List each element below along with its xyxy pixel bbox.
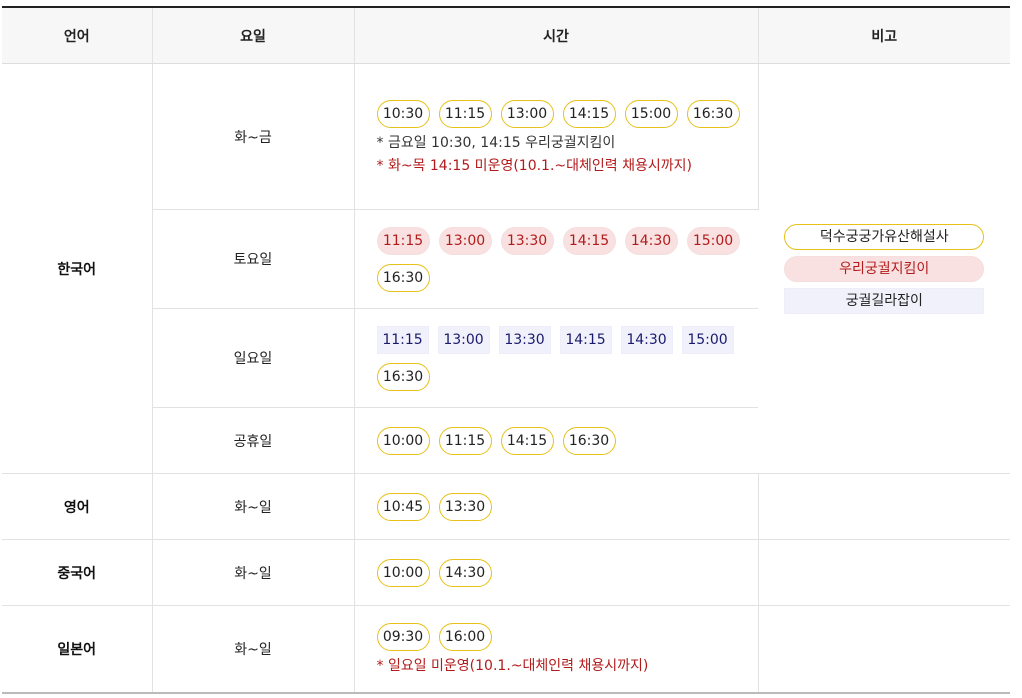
notes-cell	[758, 605, 1010, 693]
time-cell: 10:45 13:30	[354, 473, 759, 540]
time-pill: 13:30	[438, 492, 492, 521]
time-pill: 13:00	[438, 226, 492, 255]
time-pill: 14:30	[438, 558, 492, 587]
header-time: 시간	[354, 7, 759, 64]
language-english: 영어	[2, 473, 153, 540]
time-pill: 10:30	[376, 99, 430, 128]
time-cell: 10:00 11:15 14:15 16:30	[354, 407, 758, 474]
time-pill: 15:00	[681, 325, 734, 354]
time-pill: 14:30	[620, 325, 673, 354]
time-pill: 11:15	[376, 325, 429, 354]
day-cell: 화~일	[152, 605, 355, 693]
time-pill: 14:15	[562, 226, 616, 255]
time-pill: 13:00	[500, 99, 554, 128]
time-pill: 16:30	[376, 362, 430, 391]
time-pill: 16:30	[562, 426, 616, 455]
language-japanese: 일본어	[2, 605, 153, 693]
time-cell: 09:30 16:00 * 일요일 미운영(10.1.~대체인력 채용시까지)	[354, 605, 759, 693]
time-slots: 10:00 11:15 14:15 16:30	[376, 426, 747, 455]
schedule-warning: * 화~목 14:15 미운영(10.1.~대체인력 채용시까지)	[376, 157, 692, 174]
time-cell: 11:15 13:00 13:30 14:15 14:30 15:00 16:3…	[354, 308, 758, 408]
time-pill: 11:15	[438, 99, 492, 128]
time-pill: 14:30	[624, 226, 678, 255]
header-day: 요일	[152, 7, 355, 64]
notes-cell	[758, 473, 1010, 540]
legend-heritage-guide: 덕수궁궁가유산해설사	[784, 223, 985, 250]
time-pill: 14:15	[562, 99, 616, 128]
language-chinese: 중국어	[2, 539, 153, 606]
table-row: 영어 화~일 10:45 13:30	[2, 473, 1010, 540]
guide-type-legend: 덕수궁궁가유산해설사 우리궁궐지킴이 궁궐길라잡이	[759, 223, 1011, 314]
schedule-warning: * 일요일 미운영(10.1.~대체인력 채용시까지)	[376, 658, 649, 675]
time-cell: 10:30 11:15 13:00 14:15 15:00 16:30 * 금요…	[354, 63, 759, 210]
legend-cell: 덕수궁궁가유산해설사 우리궁궐지킴이 궁궐길라잡이	[758, 63, 1011, 474]
header-notes: 비고	[758, 7, 1010, 64]
day-cell: 토요일	[152, 209, 355, 309]
time-pill: 10:45	[376, 492, 430, 521]
time-pill: 16:30	[686, 99, 740, 128]
time-pill: 11:15	[376, 226, 430, 255]
day-cell: 공휴일	[152, 407, 355, 474]
table-row: 일본어 화~일 09:30 16:00 * 일요일 미운영(10.1.~대체인력…	[2, 605, 1010, 693]
time-pill: 14:15	[559, 325, 612, 354]
day-cell: 화~일	[152, 473, 355, 540]
time-pill: 09:30	[376, 623, 430, 652]
time-slots: 11:15 13:00 13:30 14:15 14:30 15:00 16:3…	[376, 325, 747, 391]
time-pill: 16:30	[376, 263, 430, 292]
time-slots: 10:00 14:30	[376, 558, 747, 587]
time-slots: 09:30 16:00	[376, 623, 747, 652]
schedule-note: * 금요일 10:30, 14:15 우리궁궐지킴이	[376, 134, 616, 151]
tour-schedule-table: 언어 요일 시간 비고 한국어 화~금 10:30 11:15 13:00 14…	[2, 6, 1010, 694]
time-pill: 10:00	[376, 558, 430, 587]
header-language: 언어	[2, 7, 153, 64]
notes-cell	[758, 539, 1010, 606]
legend-palace-guide: 궁궐길라잡이	[784, 287, 985, 314]
time-pill: 11:15	[438, 426, 492, 455]
legend-palace-keeper: 우리궁궐지킴이	[784, 255, 985, 282]
time-pill: 13:30	[500, 226, 554, 255]
time-slots: 11:15 13:00 13:30 14:15 14:30 15:00 16:3…	[376, 226, 747, 292]
time-pill: 13:00	[437, 325, 490, 354]
time-cell: 11:15 13:00 13:30 14:15 14:30 15:00 16:3…	[354, 209, 758, 309]
time-pill: 15:00	[624, 99, 678, 128]
time-slots: 10:45 13:30	[376, 492, 747, 521]
time-pill: 10:00	[376, 426, 430, 455]
day-cell: 화~일	[152, 539, 355, 606]
table-row: 중국어 화~일 10:00 14:30	[2, 539, 1010, 606]
time-pill: 15:00	[686, 226, 740, 255]
time-pill: 13:30	[498, 325, 551, 354]
header-row: 언어 요일 시간 비고	[2, 7, 1010, 64]
day-cell: 일요일	[152, 308, 355, 408]
table-row: 한국어 화~금 10:30 11:15 13:00 14:15 15:00 16…	[2, 63, 1010, 474]
language-korean: 한국어	[2, 63, 153, 474]
time-slots: 10:30 11:15 13:00 14:15 15:00 16:30	[376, 99, 747, 128]
time-pill: 14:15	[500, 426, 554, 455]
time-pill: 16:00	[438, 623, 492, 652]
time-cell: 10:00 14:30	[354, 539, 759, 606]
day-cell: 화~금	[152, 63, 355, 210]
